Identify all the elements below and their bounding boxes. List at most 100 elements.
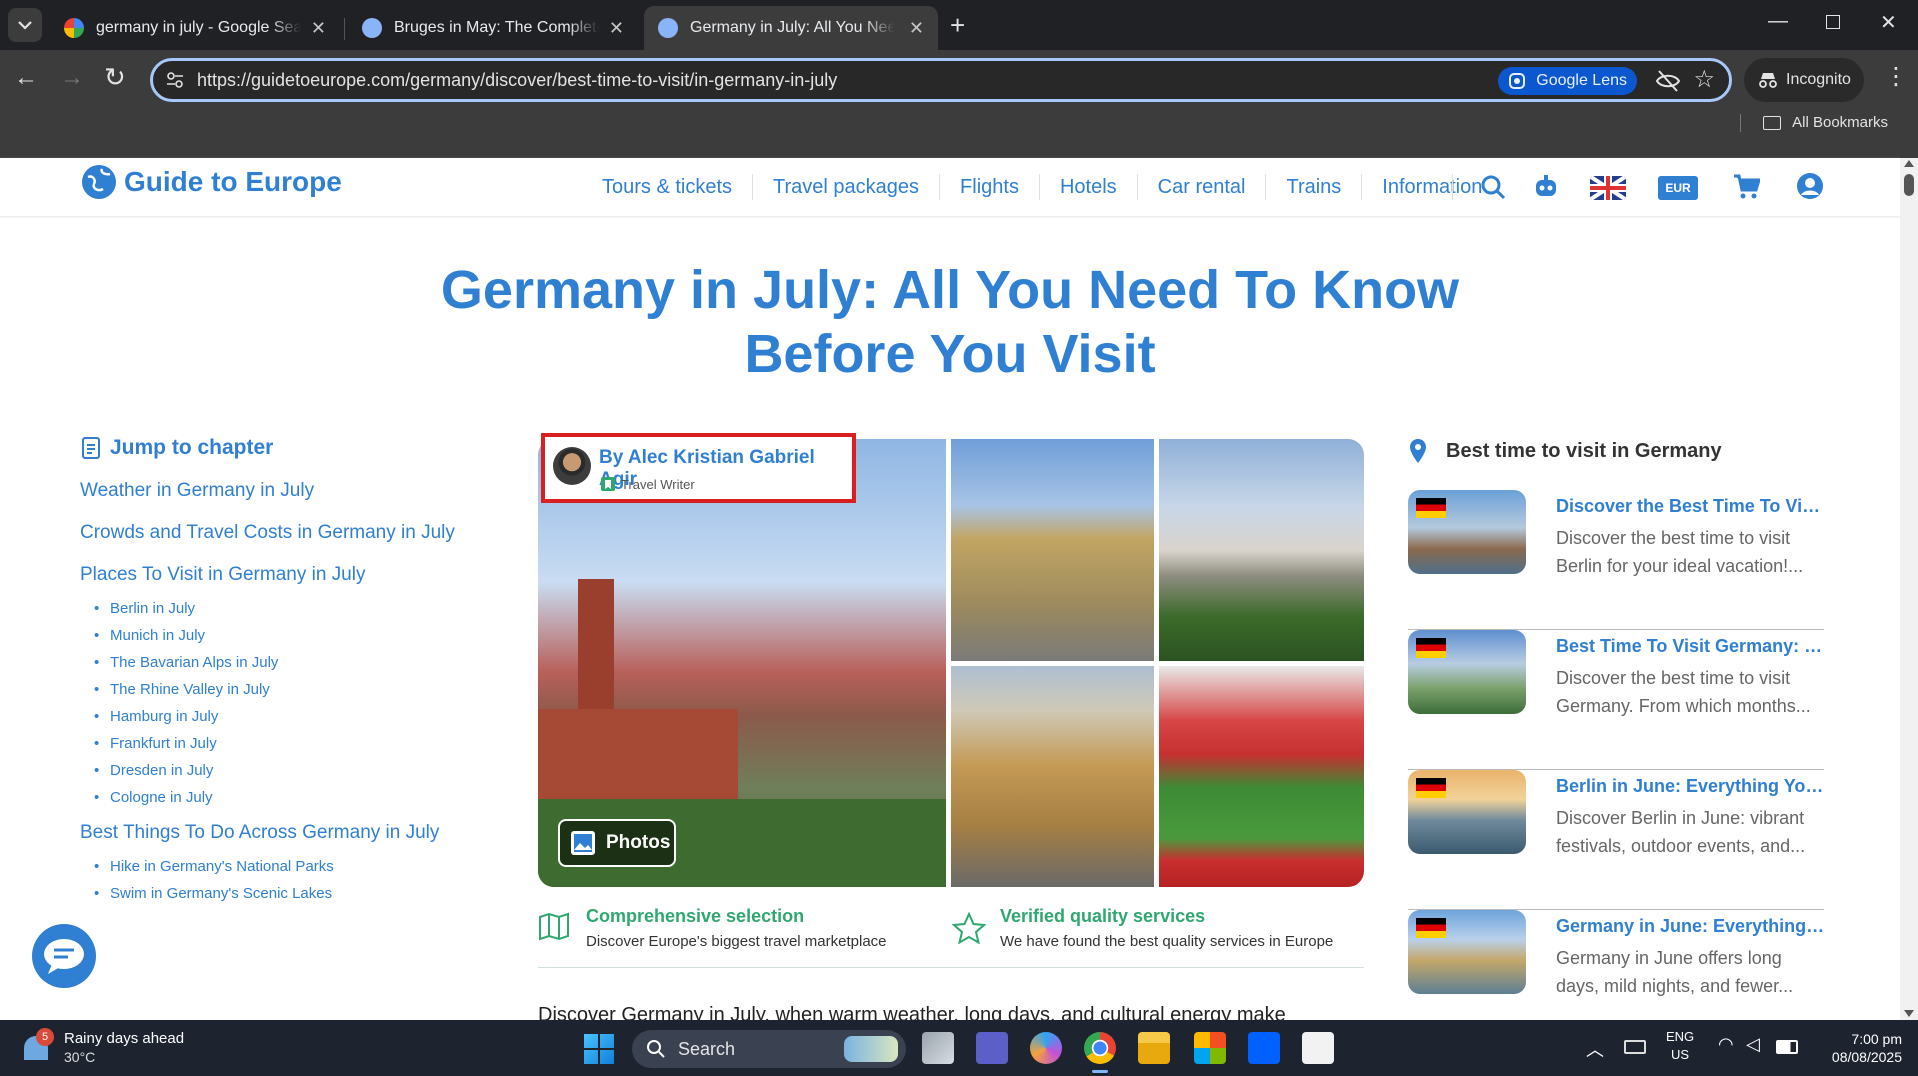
toc-subchapter[interactable]: Frankfurt in July	[80, 735, 490, 752]
tab-germany-july[interactable]: Germany in July: All You Need To Know ✕	[644, 6, 938, 50]
dropbox-icon[interactable]	[1248, 1032, 1280, 1064]
amazon-icon[interactable]	[1302, 1032, 1334, 1064]
photo-brandenburg-gate[interactable]	[951, 666, 1154, 887]
toc-chapter[interactable]: Best Things To Do Across Germany in July	[80, 822, 490, 844]
restore-button[interactable]	[1826, 15, 1840, 29]
bookmark-star-icon[interactable]: ☆	[1693, 65, 1715, 94]
scroll-thumb[interactable]	[1904, 174, 1914, 196]
site-logo[interactable]: Guide to Europe	[80, 163, 342, 201]
weather-widget[interactable]: 5 Rainy days ahead 30°C	[24, 1028, 204, 1068]
map-icon	[539, 912, 569, 941]
teams-icon[interactable]	[976, 1032, 1008, 1064]
all-bookmarks[interactable]: All Bookmarks	[1739, 114, 1888, 133]
uk-flag-icon[interactable]	[1590, 176, 1626, 200]
language-line2: US	[1671, 1047, 1690, 1062]
sidebar-card[interactable]: Best Time To Visit Germany: The Ultimate…	[1408, 630, 1826, 770]
chat-button[interactable]	[32, 924, 96, 988]
google-icon	[64, 18, 84, 38]
forward-button[interactable]: →	[60, 64, 84, 92]
tab-google-search[interactable]: germany in july - Google Search ✕	[50, 6, 340, 50]
back-button[interactable]: ←	[14, 64, 38, 92]
close-icon[interactable]: ✕	[609, 18, 624, 39]
battery-saver-icon[interactable]	[1624, 1040, 1646, 1054]
wifi-icon[interactable]: ◠	[1718, 1034, 1734, 1055]
nav-travel-packages[interactable]: Travel packages	[752, 174, 939, 200]
address-bar[interactable]: https://guidetoeurope.com/germany/discov…	[150, 58, 1732, 102]
toc-subchapter[interactable]: Hamburg in July	[80, 708, 490, 725]
photos-button[interactable]: Photos	[558, 819, 676, 867]
new-tab-button[interactable]: +	[950, 10, 965, 41]
cart-icon[interactable]	[1732, 172, 1760, 200]
task-view-icon[interactable]	[922, 1032, 954, 1064]
nav-tours-tickets[interactable]: Tours & tickets	[582, 174, 752, 200]
toc-chapter[interactable]: Crowds and Travel Costs in Germany in Ju…	[80, 522, 490, 544]
reload-button[interactable]: ↻	[104, 62, 126, 93]
eye-off-icon[interactable]	[1655, 69, 1681, 93]
sidebar-heading-label: Best time to visit in Germany	[1446, 439, 1722, 462]
sidebar-card[interactable]: Berlin in June: Everything You Need To K…	[1408, 770, 1826, 910]
toc-chapter[interactable]: Places To Visit in Germany in July	[80, 564, 490, 586]
card-title[interactable]: Discover the Best Time To Visit Berlin	[1556, 496, 1826, 517]
chevron-down-icon	[18, 21, 32, 30]
volume-icon[interactable]: ◁	[1746, 1034, 1760, 1055]
germany-flag-icon	[1416, 778, 1446, 798]
card-title[interactable]: Best Time To Visit Germany: The Ultimate…	[1556, 636, 1826, 657]
sidebar-card[interactable]: Discover the Best Time To Visit Berlin D…	[1408, 490, 1826, 630]
toc-subchapter[interactable]: The Rhine Valley in July	[80, 681, 490, 698]
search-icon[interactable]	[1480, 174, 1506, 200]
copilot-icon[interactable]	[1030, 1032, 1062, 1064]
photo-stuttgart-palace[interactable]	[951, 439, 1154, 661]
scroll-down-arrow[interactable]	[1904, 1010, 1914, 1017]
toc-subchapter[interactable]: Munich in July	[80, 627, 490, 644]
photo-neuschwanstein[interactable]	[1159, 439, 1364, 661]
toc-subchapter[interactable]: Dresden in July	[80, 762, 490, 779]
tab-search-button[interactable]	[8, 8, 42, 42]
incognito-indicator[interactable]: Incognito	[1744, 58, 1864, 102]
site-info-icon[interactable]	[165, 70, 185, 90]
close-icon[interactable]: ✕	[311, 18, 326, 39]
related-sidebar: Best time to visit in Germany Discover t…	[1408, 438, 1826, 1050]
scroll-up-arrow[interactable]	[1904, 160, 1914, 167]
close-window-button[interactable]: ✕	[1880, 10, 1897, 35]
google-lens-button[interactable]: Google Lens	[1498, 67, 1637, 95]
currency-selector[interactable]: EUR	[1658, 176, 1698, 200]
toc-chapter[interactable]: Weather in Germany in July	[80, 480, 490, 502]
account-icon[interactable]	[1796, 172, 1824, 200]
toc-subchapter[interactable]: Berlin in July	[80, 600, 490, 617]
nav-car-rental[interactable]: Car rental	[1136, 174, 1266, 200]
nav-trains[interactable]: Trains	[1265, 174, 1361, 200]
toc-subchapter[interactable]: Hike in Germany's National Parks	[80, 858, 490, 875]
minimize-button[interactable]: —	[1768, 10, 1788, 33]
url-text[interactable]: https://guidetoeurope.com/germany/discov…	[197, 70, 837, 91]
tab-strip: germany in july - Google Search ✕ Bruges…	[0, 0, 1918, 50]
robot-assistant-icon[interactable]	[1532, 172, 1560, 200]
battery-icon[interactable]	[1776, 1040, 1798, 1054]
file-explorer-icon[interactable]	[1138, 1032, 1170, 1064]
windows-start-icon[interactable]	[584, 1034, 614, 1064]
nav-flights[interactable]: Flights	[939, 174, 1039, 200]
clock[interactable]: 7:00 pm 08/08/2025	[1812, 1030, 1902, 1066]
tab-bruges[interactable]: Bruges in May: The Complete Travel Guide…	[348, 6, 638, 50]
store-icon[interactable]	[1194, 1032, 1226, 1064]
card-title[interactable]: Germany in June: Everything You Need To …	[1556, 916, 1826, 937]
menu-kebab-icon[interactable]: ⋮	[1884, 62, 1908, 91]
toc-subchapter[interactable]: Swim in Germany's Scenic Lakes	[80, 885, 490, 902]
language-indicator[interactable]: ENG US	[1666, 1028, 1694, 1064]
card-desc: Discover Berlin in June: vibrant festiva…	[1556, 808, 1806, 856]
photo-gallery[interactable]: Photos	[538, 439, 1364, 887]
chrome-icon[interactable]	[1084, 1032, 1116, 1064]
toc-subchapter[interactable]: The Bavarian Alps in July	[80, 654, 490, 671]
close-icon[interactable]: ✕	[909, 18, 924, 39]
author-badge[interactable]: By Alec Kristian Gabriel Agir Travel Wri…	[541, 433, 856, 503]
feature-title: Comprehensive selection	[586, 906, 805, 926]
nav-hotels[interactable]: Hotels	[1038, 174, 1137, 200]
photo-stadium[interactable]	[1159, 666, 1364, 887]
page-scrollbar[interactable]	[1900, 158, 1918, 1020]
taskbar-search[interactable]: Search	[632, 1030, 906, 1068]
chevron-up-icon[interactable]: ︿	[1586, 1036, 1604, 1062]
main-nav: Tours & tickets Travel packages Flights …	[582, 158, 1502, 216]
toc-heading: Jump to chapter	[80, 436, 490, 460]
card-title[interactable]: Berlin in June: Everything You Need To K…	[1556, 776, 1826, 797]
language-line1: ENG	[1666, 1029, 1695, 1044]
toc-subchapter[interactable]: Cologne in July	[80, 789, 490, 806]
